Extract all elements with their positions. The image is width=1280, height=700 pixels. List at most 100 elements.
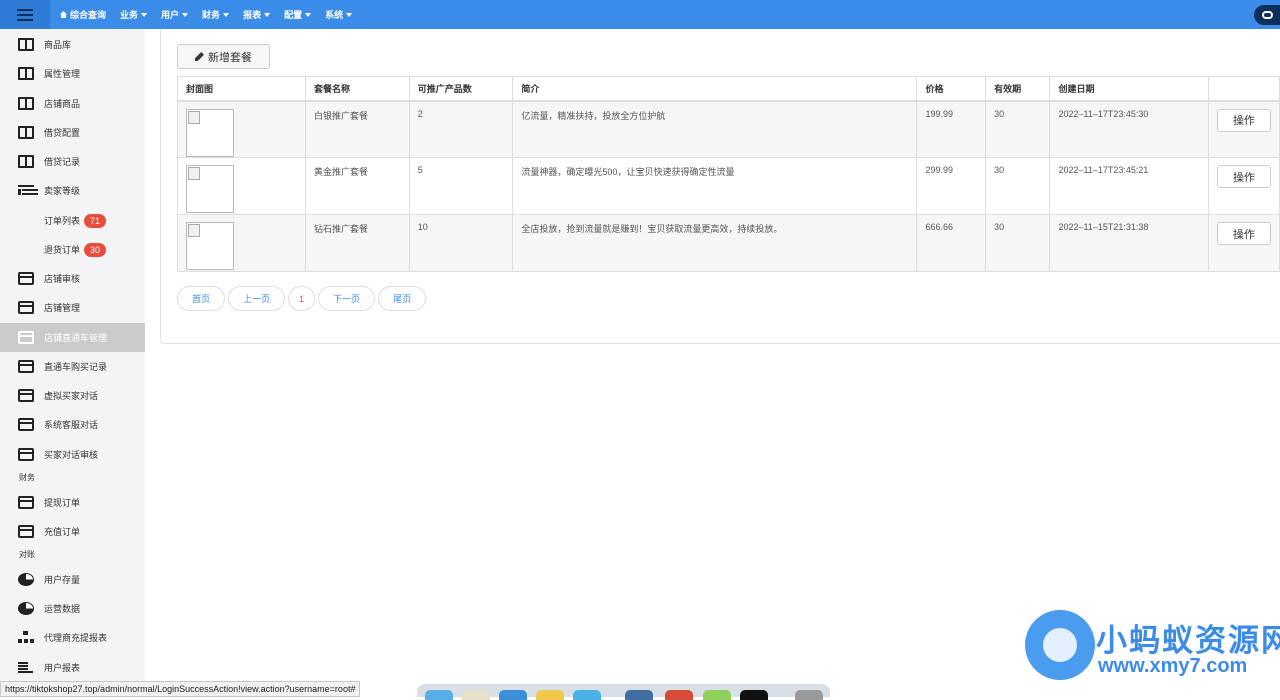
package-table: 封面图 套餐名称 可推广产品数 简介 价格 有效期 创建日期 白银推广套餐 2 … (177, 76, 1280, 272)
card-icon (18, 272, 34, 285)
book-icon (18, 38, 34, 51)
page-next-button[interactable]: 下一页 (318, 286, 376, 311)
sidebar-item-return-orders[interactable]: 退货订单 30 (0, 235, 145, 264)
nav-query[interactable]: 综合查询 (60, 8, 106, 21)
sidebar-item-shop-review[interactable]: 店铺审核 (0, 264, 145, 293)
sidebar-item-attributes[interactable]: 属性管理 (0, 59, 145, 88)
sidebar: 商品库 属性管理 店铺商品 借贷配置 借贷记录 卖家等级 订单列表 71 退货订单… (0, 29, 145, 697)
column-header: 价格 (916, 76, 987, 102)
book-icon (18, 155, 34, 168)
caret-down-icon (346, 12, 353, 17)
package-validity: 30 (985, 100, 1051, 158)
dock-app-icon[interactable] (740, 690, 768, 700)
product-count: 5 (408, 157, 514, 215)
sidebar-item-loan-config[interactable]: 借贷配置 (0, 118, 145, 147)
nav-finance[interactable]: 财务 (202, 8, 230, 21)
sidebar-section-finance: 财务 (19, 473, 35, 482)
nav-business[interactable]: 业务 (120, 8, 148, 21)
package-name: 白银推广套餐 (304, 100, 410, 158)
package-name: 钻石推广套餐 (304, 214, 410, 272)
sidebar-item-seller-level[interactable]: 卖家等级 (0, 176, 145, 205)
package-intro: 亿流量，精准扶持，投放全方位护航 (512, 100, 918, 158)
caret-down-icon (264, 12, 271, 17)
dock-app-icon[interactable] (625, 690, 653, 700)
sidebar-item-buyer-chat-review[interactable]: 买家对话审核 (0, 440, 145, 469)
nav-reports[interactable]: 报表 (243, 8, 271, 21)
page-last-button[interactable]: 尾页 (378, 286, 427, 311)
book-icon (18, 67, 34, 80)
card-icon (18, 301, 34, 314)
sidebar-item-user-stock[interactable]: 用户存量 (0, 565, 145, 594)
created-date: 2022–11–17T23:45:30 (1049, 100, 1209, 158)
table-header-row: 封面图 套餐名称 可推广产品数 简介 价格 有效期 创建日期 (177, 76, 1280, 102)
operate-button[interactable]: 操作 (1216, 108, 1271, 132)
caret-down-icon (223, 12, 230, 17)
nav-config[interactable]: 配置 (284, 8, 312, 21)
sidebar-item-recharge-orders[interactable]: 充值订单 (0, 517, 145, 546)
package-price: 199.99 (916, 100, 987, 158)
sidebar-item-order-list[interactable]: 订单列表 71 (0, 206, 145, 235)
cover-image (186, 165, 234, 213)
created-date: 2022–11–15T21:31:38 (1049, 214, 1209, 272)
page-current[interactable]: 1 (288, 286, 316, 311)
card-icon (18, 389, 34, 402)
dock-app-icon[interactable] (462, 690, 490, 700)
operate-button[interactable]: 操作 (1216, 165, 1271, 188)
sidebar-item-withdraw-orders[interactable]: 提现订单 (0, 488, 145, 517)
package-validity: 30 (985, 214, 1051, 272)
column-header: 简介 (512, 76, 918, 102)
watermark-url: www.xmy7.com (1098, 655, 1248, 677)
dock-app-icon[interactable] (573, 690, 601, 700)
product-count: 2 (408, 100, 514, 158)
dock-app-icon[interactable] (795, 690, 823, 700)
nav-users[interactable]: 用户 (161, 8, 189, 21)
sidebar-item-virtual-buyer-chat[interactable]: 虚拟买家对话 (0, 381, 145, 410)
table-row: 白银推广套餐 2 亿流量，精准扶持，投放全方位护航 199.99 30 2022… (177, 100, 1280, 158)
card-icon (18, 496, 34, 509)
package-intro: 流量神器，确定曝光500，让宝贝快速获得确定性流量 (512, 157, 918, 215)
sidebar-item-shop-promotion[interactable]: 店铺直通车管理 (0, 323, 145, 352)
sidebar-item-promotion-purchases[interactable]: 直通车购买记录 (0, 352, 145, 381)
dock-app-icon[interactable] (499, 690, 527, 700)
caret-down-icon (141, 12, 148, 17)
chat-icon[interactable] (1254, 5, 1280, 25)
book-icon (18, 97, 34, 110)
sidebar-section-reconcile: 对账 (19, 550, 35, 559)
pie-chart-icon (18, 602, 34, 615)
column-header: 创建日期 (1049, 76, 1209, 102)
cover-image (186, 108, 234, 157)
pagination: 首页 上一页 1 下一页 尾页 (177, 286, 427, 311)
nav-system[interactable]: 系统 (325, 8, 353, 21)
bars-icon (18, 661, 34, 674)
column-header (1207, 76, 1280, 102)
dock-app-icon[interactable] (536, 690, 564, 700)
add-package-button[interactable]: 新增套餐 (177, 44, 270, 69)
top-navbar: 综合查询 业务 用户 财务 报表 配置 系统 (0, 0, 1280, 29)
sidebar-item-operations-data[interactable]: 运营数据 (0, 594, 145, 623)
page-prev-button[interactable]: 上一页 (228, 286, 286, 311)
menu-toggle-icon[interactable] (0, 0, 50, 29)
sidebar-item-shop-products[interactable]: 店铺商品 (0, 89, 145, 118)
caret-down-icon (305, 12, 312, 17)
dock-app-icon[interactable] (703, 690, 731, 700)
top-nav: 综合查询 业务 用户 财务 报表 配置 系统 (60, 0, 366, 29)
sidebar-item-shop-manage[interactable]: 店铺管理 (0, 293, 145, 322)
sidebar-item-agent-report[interactable]: 代理商充提报表 (0, 623, 145, 652)
created-date: 2022–11–17T23:45:21 (1049, 157, 1209, 215)
dock-app-icon[interactable] (665, 690, 693, 700)
sidebar-item-support-chat[interactable]: 系统客服对话 (0, 410, 145, 439)
home-icon (60, 11, 67, 18)
column-header: 有效期 (985, 76, 1051, 102)
watermark-title: 小蚂蚁资源网 (1096, 623, 1280, 658)
dock-app-icon[interactable] (425, 690, 453, 700)
package-name: 黄金推广套餐 (304, 157, 410, 215)
sidebar-item-user-report[interactable]: 用户报表 (0, 653, 145, 682)
operate-button[interactable]: 操作 (1216, 222, 1271, 245)
caret-down-icon (182, 12, 189, 17)
order-count-badge: 71 (84, 213, 107, 228)
package-price: 299.99 (916, 157, 987, 215)
page-first-button[interactable]: 首页 (177, 286, 226, 311)
sidebar-item-loan-records[interactable]: 借贷记录 (0, 147, 145, 176)
product-count: 10 (408, 214, 514, 272)
sidebar-item-product-library[interactable]: 商品库 (0, 30, 145, 59)
